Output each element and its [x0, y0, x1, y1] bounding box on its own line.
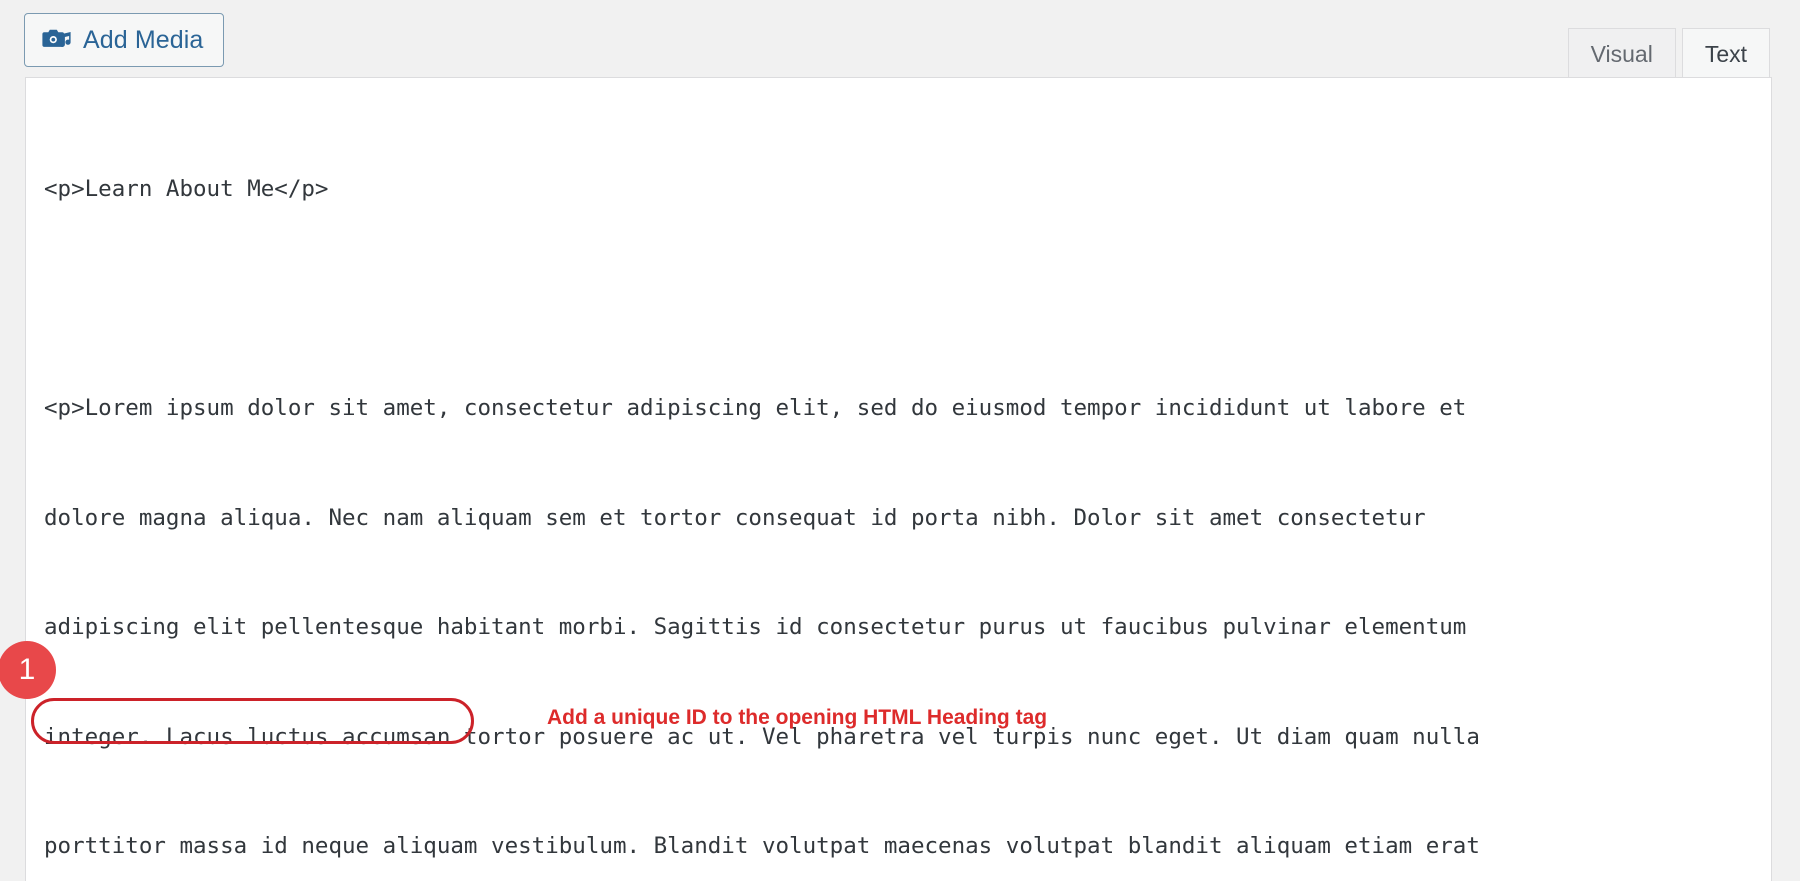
editor-toolbar: Add Media Visual Text — [0, 0, 1800, 80]
code-line: dolore magna aliqua. Nec nam aliquam sem… — [44, 504, 1426, 531]
code-line: <p>Lorem ipsum dolor sit amet, consectet… — [44, 395, 1467, 421]
code-line: adipiscing elit pellentesque habitant mo… — [44, 614, 1467, 640]
code-editor-textarea[interactable]: <p>Learn About Me</p> <p>Lorem ipsum dol… — [25, 77, 1772, 881]
code-content: <p>Learn About Me</p> <p>Lorem ipsum dol… — [44, 98, 1759, 881]
add-media-button[interactable]: Add Media — [24, 13, 225, 67]
tab-visual[interactable]: Visual — [1567, 28, 1676, 80]
code-line: porttitor massa id neque aliquam vestibu… — [44, 833, 1480, 859]
editor-mode-tabs: Visual Text — [1567, 26, 1770, 80]
code-line: integer. Lacus luctus accumsan tortor po… — [44, 723, 1480, 750]
tab-text[interactable]: Text — [1681, 28, 1770, 80]
code-line: <p>Learn About Me</p> — [44, 176, 329, 202]
camera-music-icon — [42, 27, 72, 53]
add-media-label: Add Media — [83, 25, 204, 54]
